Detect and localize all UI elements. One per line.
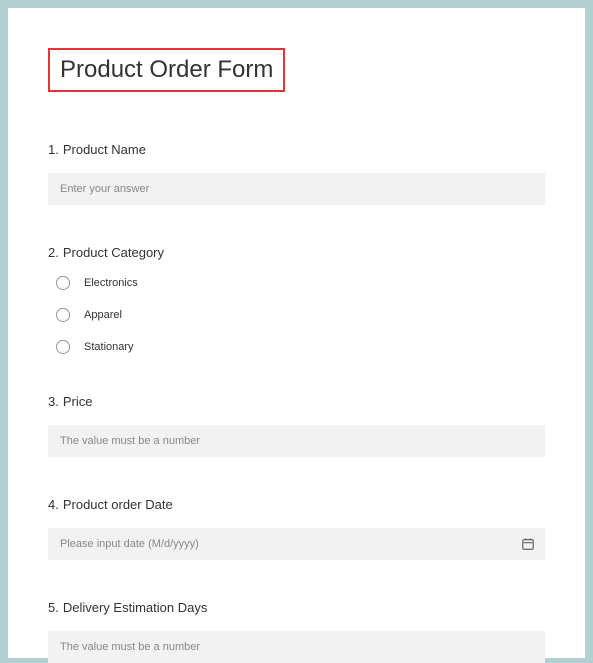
radio-option-apparel[interactable]: Apparel	[56, 308, 545, 322]
question-product-name: 1. Product Name	[48, 142, 545, 205]
order-date-input[interactable]	[48, 528, 545, 560]
question-number: 5.	[48, 600, 59, 615]
radio-options: Electronics Apparel Stationary	[48, 276, 545, 354]
question-text: Product order Date	[63, 497, 173, 512]
question-label: 5. Delivery Estimation Days	[48, 600, 545, 615]
question-text: Product Name	[63, 142, 146, 157]
question-number: 3.	[48, 394, 59, 409]
question-order-date: 4. Product order Date	[48, 497, 545, 560]
question-number: 4.	[48, 497, 59, 512]
calendar-icon	[521, 537, 535, 551]
radio-option-stationary[interactable]: Stationary	[56, 340, 545, 354]
option-label: Apparel	[84, 309, 122, 321]
question-text: Price	[63, 394, 93, 409]
form-title: Product Order Form	[48, 48, 285, 92]
radio-option-electronics[interactable]: Electronics	[56, 276, 545, 290]
price-input[interactable]	[48, 425, 545, 457]
option-label: Stationary	[84, 341, 134, 353]
date-input-wrap	[48, 528, 545, 560]
question-label: 1. Product Name	[48, 142, 545, 157]
question-price: 3. Price	[48, 394, 545, 457]
question-number: 1.	[48, 142, 59, 157]
option-label: Electronics	[84, 277, 138, 289]
question-product-category: 2. Product Category Electronics Apparel …	[48, 245, 545, 354]
product-name-input[interactable]	[48, 173, 545, 205]
form-container: Product Order Form 1. Product Name 2. Pr…	[8, 8, 585, 658]
question-number: 2.	[48, 245, 59, 260]
delivery-days-input[interactable]	[48, 631, 545, 663]
radio-icon	[56, 340, 70, 354]
question-text: Product Category	[63, 245, 164, 260]
question-label: 3. Price	[48, 394, 545, 409]
question-label: 4. Product order Date	[48, 497, 545, 512]
question-delivery-days: 5. Delivery Estimation Days	[48, 600, 545, 663]
question-text: Delivery Estimation Days	[63, 600, 208, 615]
radio-icon	[56, 308, 70, 322]
radio-icon	[56, 276, 70, 290]
question-label: 2. Product Category	[48, 245, 545, 260]
